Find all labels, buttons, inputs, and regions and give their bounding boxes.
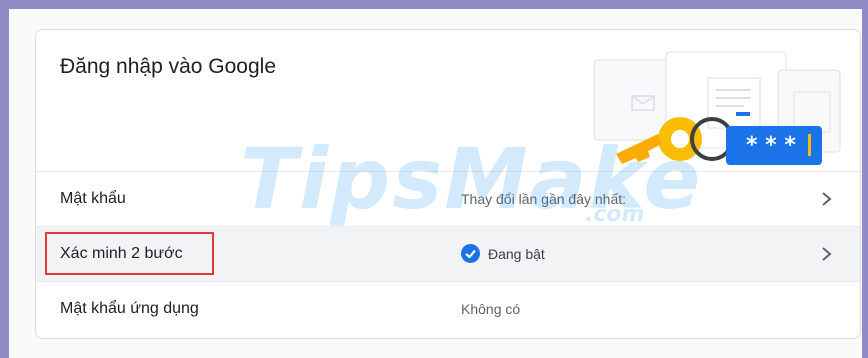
two-step-status: Đang bật	[488, 246, 545, 262]
check-circle-icon	[461, 244, 480, 263]
card-title: Đăng nhập vào Google	[60, 55, 276, 78]
password-mask-text: * * *	[746, 133, 796, 158]
two-step-verification-row[interactable]: Xác minh 2 bước Đang bật	[36, 226, 860, 281]
signin-card: Đăng nhập vào Google * * * Mật khẩu Thay…	[35, 29, 861, 339]
chevron-right-icon	[822, 247, 832, 261]
password-label: Mật khẩu	[60, 190, 126, 207]
app-passwords-value: Không có	[461, 301, 521, 317]
two-step-verification-label: Xác minh 2 bước	[60, 245, 183, 262]
key-and-password-illustration-icon: * * *	[593, 51, 841, 165]
password-row[interactable]: Mật khẩu Thay đổi lần gần đây nhất:	[36, 171, 860, 226]
password-last-changed: Thay đổi lần gần đây nhất:	[461, 191, 627, 207]
app-passwords-label: Mật khẩu ứng dụng	[60, 300, 199, 317]
chevron-right-icon	[822, 192, 832, 206]
app-passwords-row[interactable]: Mật khẩu ứng dụng Không có	[36, 281, 860, 338]
